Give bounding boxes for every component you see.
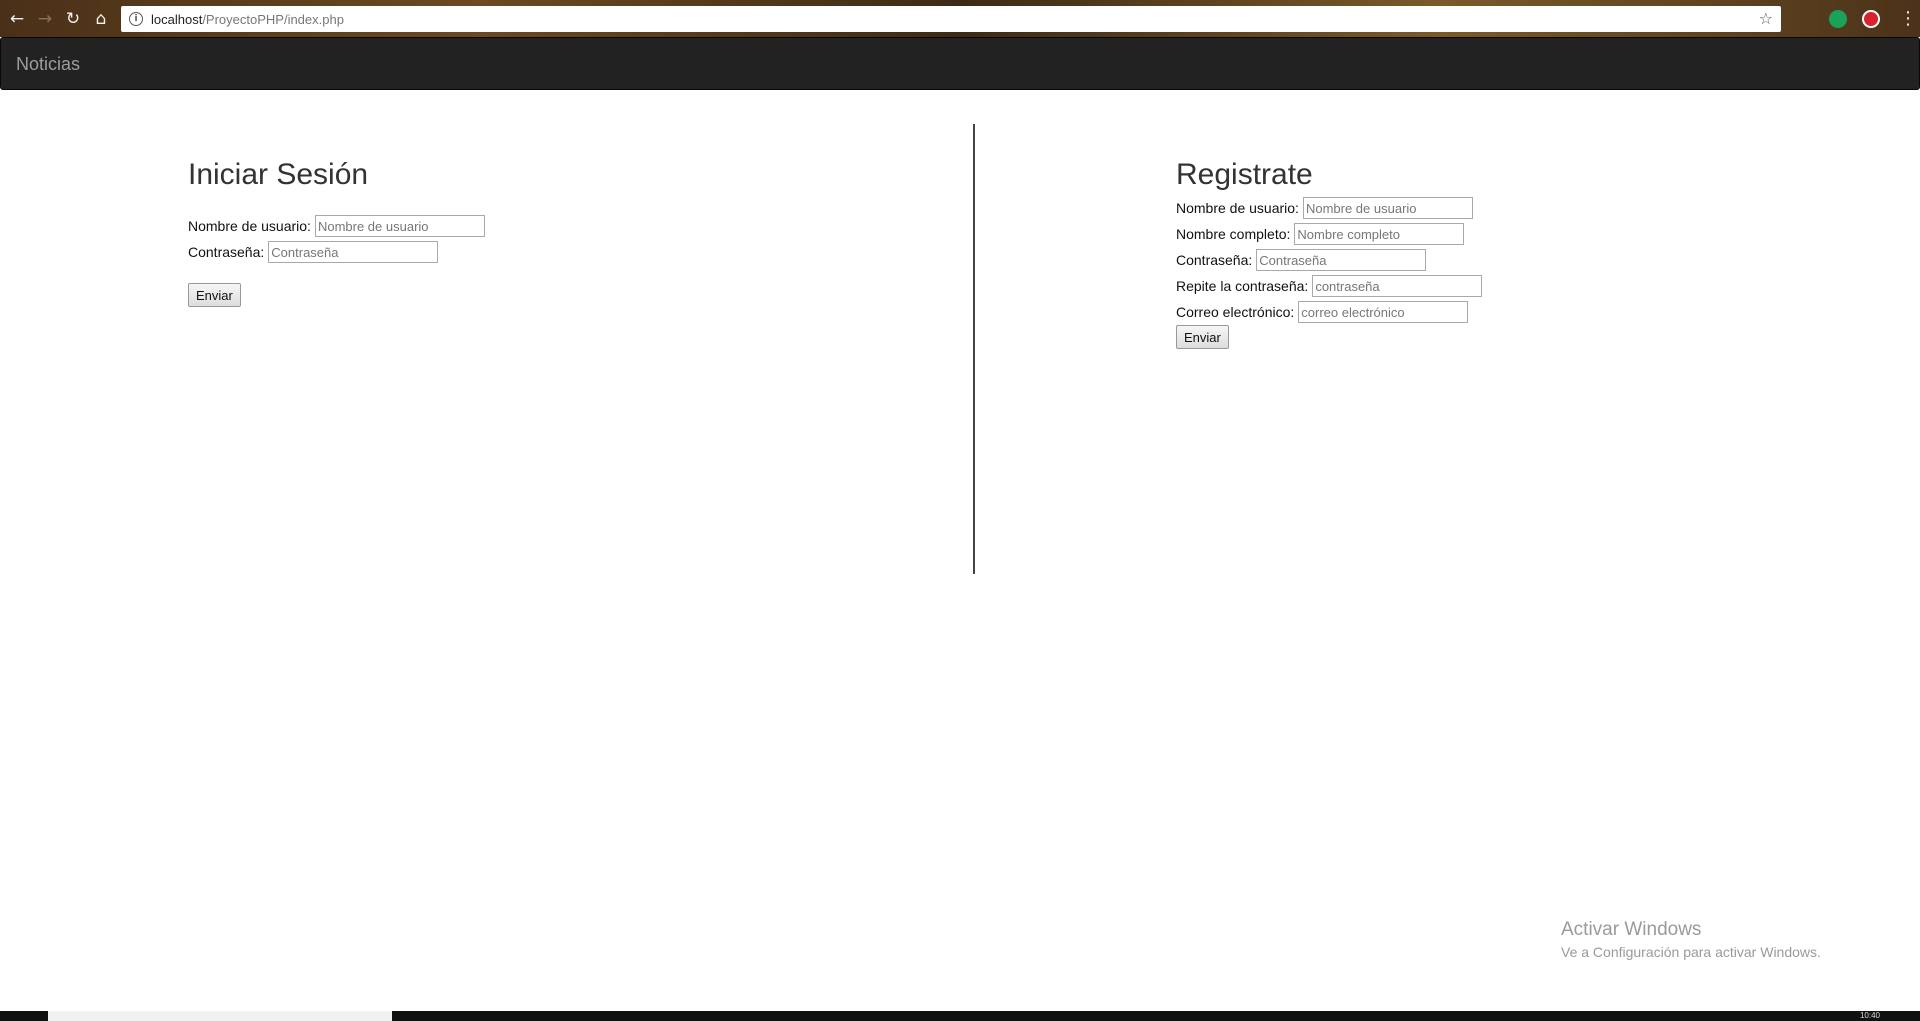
register-username-label: Nombre de usuario:	[1176, 200, 1299, 216]
login-password-input[interactable]	[268, 241, 439, 263]
login-panel: Iniciar Sesión Nombre de usuario: Contra…	[188, 155, 485, 307]
register-password-label: Contraseña:	[1176, 252, 1253, 268]
login-username-label: Nombre de usuario:	[188, 218, 311, 234]
login-password-label: Contraseña:	[188, 244, 265, 260]
address-bar[interactable]: i localhost/ProyectoPHP/index.php ☆	[121, 6, 1781, 32]
register-title: Registrate	[1176, 158, 1313, 191]
forward-icon[interactable]: →	[34, 8, 56, 30]
taskbar-search-box[interactable]	[48, 1011, 392, 1021]
login-title: Iniciar Sesión	[188, 158, 369, 191]
login-username-row: Nombre de usuario:	[188, 213, 485, 239]
register-repeat-password-row: Repite la contraseña:	[1176, 273, 1483, 299]
login-submit-button[interactable]: Enviar	[188, 283, 241, 307]
windows-activation-watermark: Activar Windows Ve a Configuración para …	[1561, 918, 1821, 962]
bookmark-star-icon[interactable]: ☆	[1759, 9, 1773, 28]
register-email-row: Correo electrónico:	[1176, 299, 1482, 325]
taskbar: 10:40	[0, 1011, 1920, 1021]
register-email-input[interactable]	[1298, 301, 1469, 323]
url-path: /ProyectoPHP/index.php	[202, 11, 344, 27]
reload-icon[interactable]: ↻	[62, 8, 84, 30]
register-fullname-input[interactable]	[1294, 223, 1465, 245]
info-icon[interactable]: i	[129, 12, 143, 26]
register-fullname-label: Nombre completo:	[1176, 226, 1291, 242]
register-password-input[interactable]	[1256, 249, 1427, 271]
navbar-brand-link[interactable]: Noticias	[16, 54, 80, 75]
register-repeat-password-input[interactable]	[1312, 275, 1483, 297]
column-divider	[973, 124, 975, 574]
register-password-row: Contraseña:	[1176, 247, 1482, 273]
register-fullname-row: Nombre completo:	[1176, 221, 1482, 247]
navbar: Noticias	[0, 37, 1920, 90]
browser-toolbar: ← → ↻ ⌂ i localhost/ProyectoPHP/index.ph…	[0, 0, 1920, 37]
extension-red-icon[interactable]	[1862, 10, 1880, 28]
browser-menu-icon[interactable]: ⋮	[1899, 8, 1917, 29]
back-icon[interactable]: ←	[6, 8, 28, 30]
login-username-input[interactable]	[314, 215, 485, 237]
home-icon[interactable]: ⌂	[90, 8, 112, 30]
url-host: localhost	[151, 11, 203, 27]
register-username-input[interactable]	[1302, 197, 1473, 219]
extension-green-icon[interactable]	[1829, 10, 1847, 28]
watermark-title: Activar Windows	[1561, 919, 1702, 940]
watermark-subtitle: Ve a Configuración para activar Windows.	[1561, 944, 1821, 960]
register-panel: Registrate Nombre de usuario: Nombre com…	[1176, 155, 1483, 349]
register-repeat-password-label: Repite la contraseña:	[1176, 278, 1309, 294]
register-email-label: Correo electrónico:	[1176, 304, 1295, 320]
register-submit-button[interactable]: Enviar	[1176, 325, 1229, 349]
register-username-row: Nombre de usuario:	[1176, 195, 1482, 221]
url-text[interactable]: localhost/ProyectoPHP/index.php	[151, 12, 344, 27]
login-password-row: Contraseña:	[188, 239, 485, 265]
taskbar-clock[interactable]: 10:40	[1860, 1011, 1880, 1020]
